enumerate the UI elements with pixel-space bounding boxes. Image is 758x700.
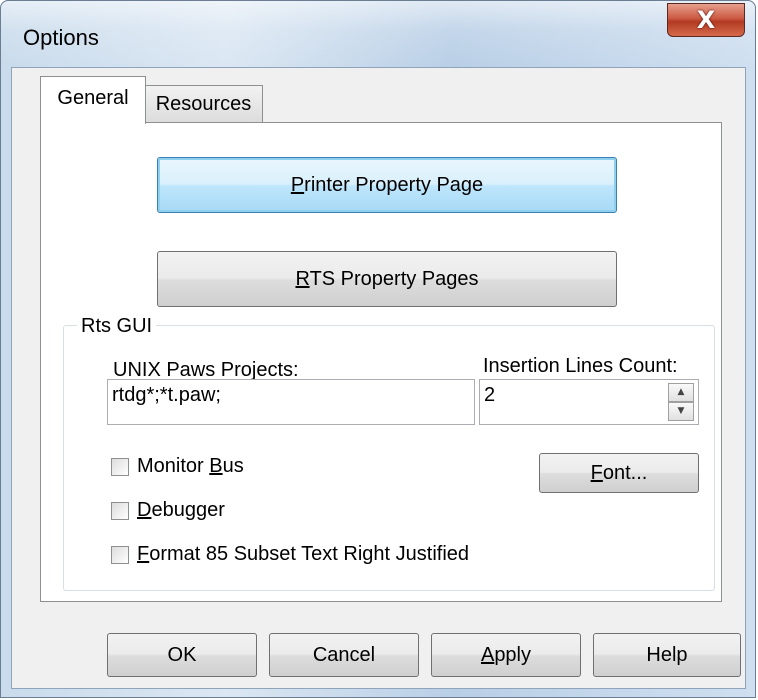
apply-label: Apply [480,643,532,666]
ok-button[interactable]: OK [107,633,257,677]
insertion-lines-count-value: 2 [484,384,496,406]
monitor-bus-checkbox-box[interactable] [111,457,129,476]
format85-checkbox[interactable]: Format 85 Subset Text Right Justified [111,543,469,566]
down-arrow-icon[interactable]: ▼ [668,402,694,421]
cancel-label: Cancel [312,643,376,666]
printer-property-page-label: Printer Property Page [290,173,484,196]
format85-label: Format 85 Subset Text Right Justified [137,543,470,565]
insertion-lines-count-input[interactable]: 2 ▲ ▼ [479,379,699,425]
help-label: Help [646,643,688,666]
close-button[interactable]: X [667,3,745,37]
rts-property-pages-button[interactable]: RTS Property Pages [157,251,617,307]
monitor-bus-label: Monitor Bus [137,455,244,477]
unix-paws-projects-value: rtdg*;*t.paw; [112,384,221,406]
tab-resources-label: Resources [155,93,252,115]
title-bar[interactable]: Options X [1,1,755,67]
format85-checkbox-box[interactable] [111,545,129,564]
printer-property-page-button[interactable]: Printer Property Page [157,157,617,213]
rts-gui-group-title: Rts GUI [77,315,157,338]
debugger-checkbox-box[interactable] [111,501,129,520]
options-dialog: Options X General Resources Printer Prop… [0,0,756,698]
monitor-bus-checkbox[interactable]: Monitor Bus [111,455,244,478]
tab-general-label: General [57,87,129,109]
unix-paws-projects-input[interactable]: rtdg*;*t.paw; [107,379,475,425]
font-button[interactable]: Font... [539,453,699,493]
ok-label: OK [167,643,197,666]
font-button-label: Font... [590,461,648,484]
insertion-lines-count-label: Insertion Lines Count: [483,355,678,377]
apply-button[interactable]: Apply [431,633,581,677]
debugger-label: Debugger [137,499,225,521]
window-title: Options [23,25,99,50]
help-button[interactable]: Help [593,633,741,677]
close-icon: X [696,6,716,34]
cancel-button[interactable]: Cancel [269,633,419,677]
rts-property-pages-label: RTS Property Pages [295,267,479,290]
up-arrow-icon[interactable]: ▲ [668,383,694,402]
tab-general[interactable]: General [40,76,146,124]
tab-resources[interactable]: Resources [144,85,263,123]
insertion-lines-spinner[interactable]: ▲ ▼ [668,383,694,423]
debugger-checkbox[interactable]: Debugger [111,499,225,522]
